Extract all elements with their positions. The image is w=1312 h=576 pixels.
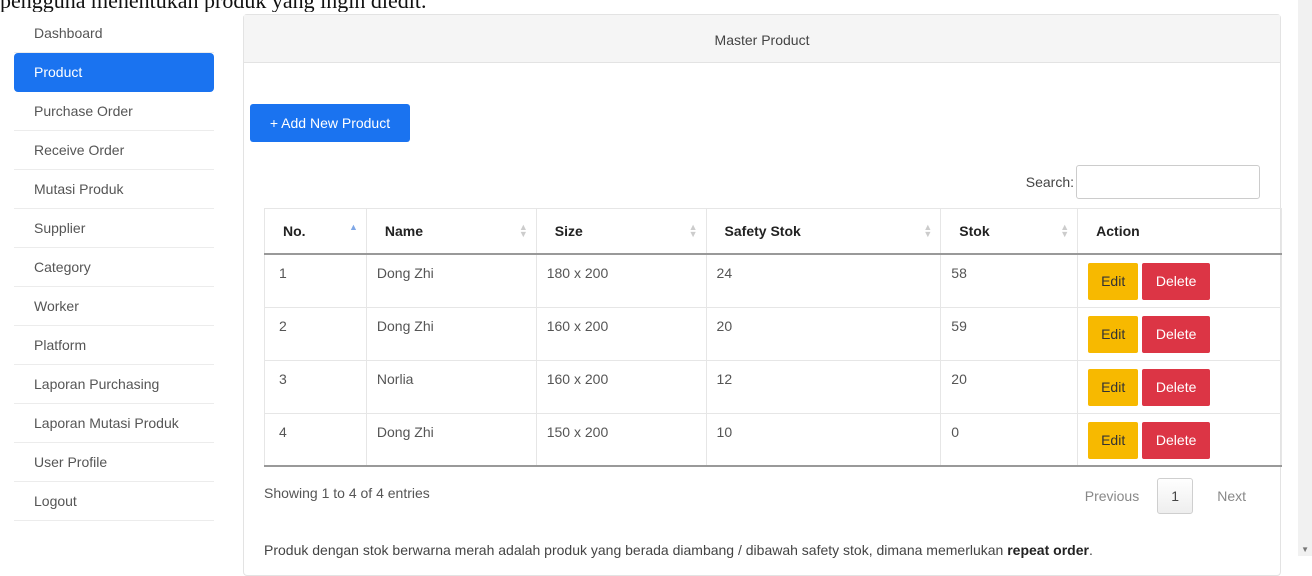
cell-name: Dong Zhi	[366, 413, 537, 467]
sidebar-item-worker[interactable]: Worker	[14, 287, 214, 326]
document-heading: pengguna menentukan produk yang ingin di…	[0, 0, 1312, 12]
delete-button[interactable]: Delete	[1142, 315, 1211, 353]
cell-no: 2	[264, 307, 367, 361]
search-input[interactable]	[1076, 165, 1260, 199]
cell-stok: 58	[940, 254, 1079, 308]
scroll-down-icon[interactable]: ▼	[1301, 545, 1309, 554]
edit-button[interactable]: Edit	[1088, 263, 1139, 300]
sidebar-item-receive-order[interactable]: Receive Order	[14, 131, 214, 170]
column-header-no[interactable]: No. ▲	[264, 208, 367, 255]
sidebar-item-category[interactable]: Category	[14, 248, 214, 287]
table-row: 3 Norlia 160 x 200 12 20 Edit Delete	[264, 360, 1282, 414]
delete-button[interactable]: Delete	[1142, 263, 1211, 300]
column-header-safety-stok[interactable]: Safety Stok ▲ ▼	[706, 208, 942, 255]
cell-size: 180 x 200	[536, 254, 707, 308]
table-header-row: No. ▲ Name ▲ ▼ Size ▲ ▼ Safety Stok ▲ ▼ Stok ▲ ▼ …	[264, 208, 1282, 255]
sidebar-item-purchase-order[interactable]: Purchase Order	[14, 92, 214, 131]
vertical-scrollbar[interactable]: ▼	[1298, 0, 1312, 556]
cell-stok-low: 0	[940, 413, 1079, 467]
pagination: Previous 1 Next	[1085, 478, 1246, 514]
cell-safety-stok: 10	[706, 413, 942, 467]
sort-icon: ▲ ▼	[1060, 222, 1070, 239]
edit-button[interactable]: Edit	[1088, 421, 1139, 459]
sidebar-item-logout[interactable]: Logout	[14, 482, 214, 521]
sort-icon: ▲ ▼	[518, 222, 528, 239]
sidebar-item-mutasi-produk[interactable]: Mutasi Produk	[14, 170, 214, 209]
edit-button[interactable]: Edit	[1088, 368, 1139, 406]
sidebar-item-product[interactable]: Product	[14, 53, 214, 92]
cell-action: Edit Delete	[1077, 254, 1282, 308]
cell-action: Edit Delete	[1077, 360, 1282, 414]
cell-stok: 20	[940, 360, 1079, 414]
cell-size: 160 x 200	[536, 360, 707, 414]
cell-name: Dong Zhi	[366, 254, 537, 308]
table-row: 1 Dong Zhi 180 x 200 24 58 Edit Delete	[264, 254, 1282, 308]
cell-size: 160 x 200	[536, 307, 707, 361]
page-1-button[interactable]: 1	[1157, 478, 1194, 514]
delete-button[interactable]: Delete	[1142, 368, 1211, 406]
cell-safety-stok: 12	[706, 360, 942, 414]
table-row: 4 Dong Zhi 150 x 200 10 0 Edit Delete	[264, 413, 1282, 467]
table-info: Showing 1 to 4 of 4 entries	[264, 485, 430, 501]
column-header-action: Action	[1077, 208, 1282, 255]
master-product-panel: Master Product + Add New Product Search:…	[243, 14, 1282, 576]
previous-page-button[interactable]: Previous	[1085, 488, 1139, 504]
add-new-product-button[interactable]: + Add New Product	[250, 104, 410, 142]
search-box: Search:	[1026, 164, 1260, 200]
delete-button[interactable]: Delete	[1142, 421, 1211, 459]
cell-action: Edit Delete	[1077, 307, 1282, 361]
sidebar-item-laporan-mutasi-produk[interactable]: Laporan Mutasi Produk	[14, 404, 214, 443]
cell-stok: 59	[940, 307, 1079, 361]
sidebar: Dashboard Product Purchase Order Receive…	[14, 14, 214, 521]
column-header-name[interactable]: Name ▲ ▼	[366, 208, 537, 255]
cell-safety-stok: 24	[706, 254, 942, 308]
sidebar-item-laporan-purchasing[interactable]: Laporan Purchasing	[14, 365, 214, 404]
product-table: No. ▲ Name ▲ ▼ Size ▲ ▼ Safety Stok ▲ ▼ Stok ▲ ▼ …	[264, 208, 1282, 467]
sidebar-item-supplier[interactable]: Supplier	[14, 209, 214, 248]
table-row: 2 Dong Zhi 160 x 200 20 59 Edit Delete	[264, 307, 1282, 361]
sort-icon: ▲ ▼	[923, 222, 933, 239]
cell-name: Norlia	[366, 360, 537, 414]
search-label: Search:	[1025, 174, 1074, 190]
cell-no: 4	[264, 413, 367, 467]
cell-no: 1	[264, 254, 367, 308]
cell-name: Dong Zhi	[366, 307, 537, 361]
sidebar-item-platform[interactable]: Platform	[14, 326, 214, 365]
sidebar-item-user-profile[interactable]: User Profile	[14, 443, 214, 482]
panel-title: Master Product	[244, 15, 1280, 63]
edit-button[interactable]: Edit	[1088, 315, 1139, 353]
sort-ascending-icon: ▲	[348, 222, 358, 232]
cell-action: Edit Delete	[1077, 413, 1282, 467]
cell-no: 3	[264, 360, 367, 414]
cell-size: 150 x 200	[536, 413, 707, 467]
column-header-size[interactable]: Size ▲ ▼	[536, 208, 707, 255]
sidebar-item-dashboard[interactable]: Dashboard	[14, 14, 214, 53]
next-page-button[interactable]: Next	[1217, 488, 1246, 504]
column-header-stok[interactable]: Stok ▲ ▼	[940, 208, 1079, 255]
cell-safety-stok: 20	[706, 307, 942, 361]
sort-icon: ▲ ▼	[688, 222, 698, 239]
